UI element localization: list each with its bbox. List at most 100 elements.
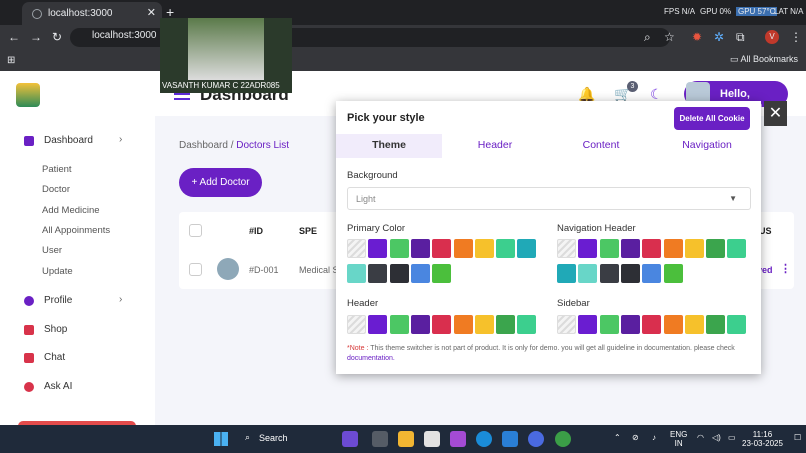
task-view-icon[interactable] [372,431,388,447]
color-swatch[interactable] [620,264,640,283]
color-swatch-none[interactable] [557,239,576,258]
sidebar-item-chat[interactable]: Chat [24,352,65,363]
browser-tab[interactable]: localhost:3000 ✕ [22,2,162,25]
app-logo[interactable] [16,83,40,107]
color-swatch[interactable] [389,264,409,283]
color-swatch[interactable] [410,264,430,283]
hamburger-icon[interactable] [174,93,190,95]
color-swatch[interactable] [496,239,516,258]
extension-icon[interactable]: ✹ [692,30,702,44]
color-swatch[interactable] [706,239,726,258]
color-swatch[interactable] [684,239,704,258]
delete-cookies-button[interactable]: Delete All Cookie [674,107,750,130]
color-swatch[interactable] [599,239,619,258]
background-select[interactable]: Light ▼ [347,187,751,210]
color-swatch[interactable] [663,264,683,283]
color-swatch[interactable] [517,239,537,258]
wifi-icon[interactable]: ◠ [697,433,704,442]
close-icon[interactable]: ✕ [764,101,787,126]
extension-icon[interactable]: ✲ [714,30,724,44]
all-bookmarks-link[interactable]: ▭ All Bookmarks [730,54,798,65]
chrome-icon[interactable] [555,431,571,447]
tab-content[interactable]: Content [548,134,654,158]
color-swatch[interactable] [496,315,516,334]
copilot-icon[interactable] [450,431,466,447]
color-swatch[interactable] [642,239,662,258]
color-swatch-none[interactable] [557,315,576,334]
edge-icon[interactable] [476,431,492,447]
color-swatch-none[interactable] [347,239,366,258]
profile-avatar[interactable]: V [765,30,779,44]
color-swatch[interactable] [453,239,473,258]
color-swatch[interactable] [599,315,619,334]
select-all-checkbox[interactable] [189,224,202,237]
color-swatch[interactable] [474,315,494,334]
sidebar-sub-appointments[interactable]: All Appoinments [42,225,110,236]
color-swatch[interactable] [578,315,598,334]
mic-icon[interactable]: ♪ [652,433,656,442]
sidebar-item-ask-ai[interactable]: Ask AI [24,381,72,392]
color-swatch[interactable] [620,315,640,334]
breadcrumb-root[interactable]: Dashboard [179,140,228,151]
bookmark-star-icon[interactable]: ☆ [664,30,675,44]
back-icon[interactable]: ← [8,30,20,44]
color-swatch[interactable] [389,239,409,258]
sidebar-item-profile[interactable]: Profile [24,295,72,306]
windows-start-icon[interactable] [214,432,228,446]
forward-icon[interactable]: → [30,30,42,44]
color-swatch[interactable] [706,315,726,334]
menu-dots-icon[interactable]: ⋮ [790,30,802,44]
tab-navigation[interactable]: Navigation [654,134,760,158]
sidebar-sub-update[interactable]: Update [42,266,73,277]
clock[interactable]: 11:16 23-03-2025 [742,430,783,448]
app-icon[interactable] [342,431,358,447]
color-swatch[interactable] [389,315,409,334]
vscode-icon[interactable] [502,431,518,447]
zoom-icon[interactable] [528,431,544,447]
color-swatch[interactable] [368,239,388,258]
color-swatch[interactable] [727,239,747,258]
color-swatch[interactable] [620,239,640,258]
sidebar-sub-user[interactable]: User [42,245,62,256]
close-tab-icon[interactable]: ✕ [147,6,156,19]
store-icon[interactable] [424,431,440,447]
tab-theme[interactable]: Theme [336,134,442,158]
documentation-link[interactable]: documentation. [347,355,395,362]
color-swatch[interactable] [578,239,598,258]
color-swatch[interactable] [410,315,430,334]
sidebar-item-shop[interactable]: Shop [24,324,67,335]
sidebar-sub-patient[interactable]: Patient [42,164,72,175]
sidebar-sub-doctor[interactable]: Doctor [42,184,70,195]
color-swatch[interactable] [347,264,366,283]
extensions-puzzle-icon[interactable]: ⧉ [736,30,745,45]
color-swatch[interactable] [578,264,598,283]
color-swatch[interactable] [368,315,388,334]
reload-icon[interactable]: ↻ [52,30,62,44]
color-swatch-none[interactable] [347,315,366,334]
color-swatch[interactable] [410,239,430,258]
color-swatch[interactable] [599,264,619,283]
color-swatch[interactable] [663,315,683,334]
add-doctor-button[interactable]: + Add Doctor [179,168,262,197]
color-swatch[interactable] [727,315,747,334]
more-options-icon[interactable]: ⋮ [780,262,791,275]
battery-icon[interactable]: ▭ [728,433,736,442]
tab-header[interactable]: Header [442,134,548,158]
row-checkbox[interactable] [189,263,202,276]
color-swatch[interactable] [557,264,576,283]
mute-icon[interactable]: ⊘ [632,433,639,442]
notifications-icon[interactable]: ☐ [794,433,801,442]
color-swatch[interactable] [432,315,452,334]
color-swatch[interactable] [432,239,452,258]
language-indicator[interactable]: ENG IN [670,430,687,448]
color-swatch[interactable] [642,315,662,334]
chevron-up-icon[interactable]: ⌃ [614,433,621,442]
volume-icon[interactable]: ◁) [712,433,721,442]
color-swatch[interactable] [474,239,494,258]
apps-grid-icon[interactable]: ⊞ [7,55,17,66]
color-swatch[interactable] [432,264,452,283]
folder-icon[interactable] [398,431,414,447]
search-icon[interactable]: ⌕ [644,30,651,45]
color-swatch[interactable] [368,264,388,283]
color-swatch[interactable] [517,315,537,334]
